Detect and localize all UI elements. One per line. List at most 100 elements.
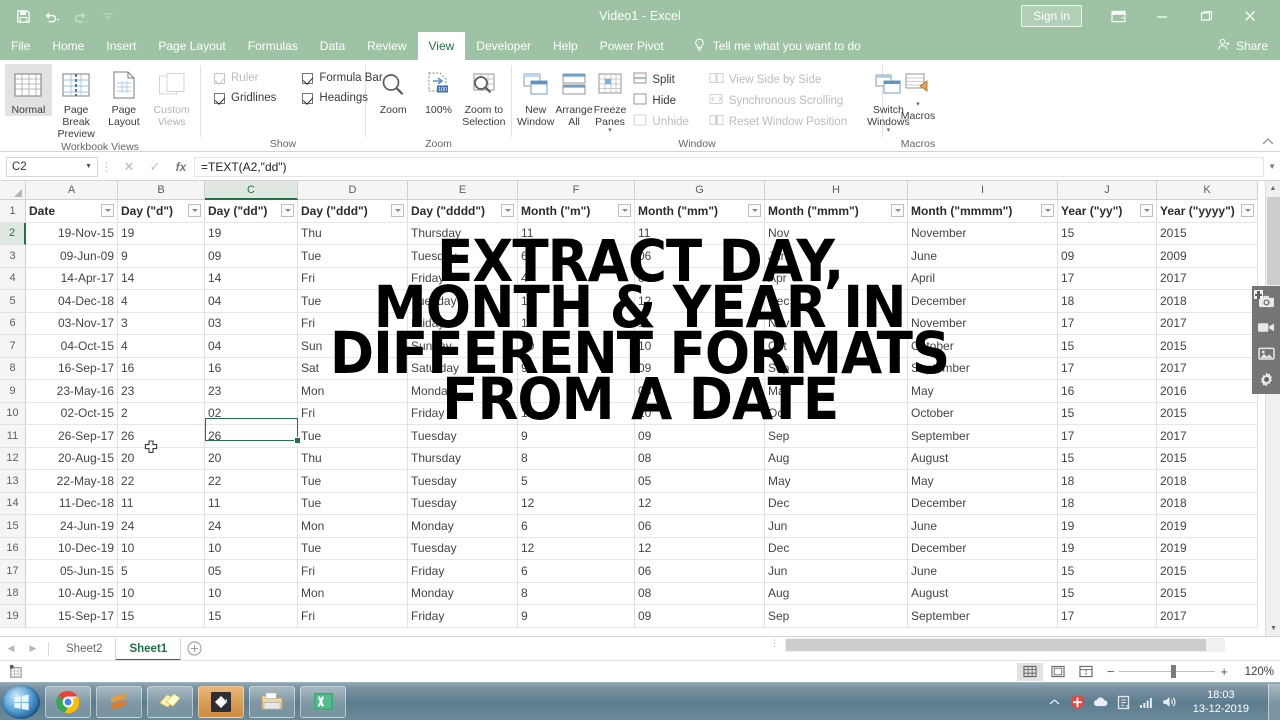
sign-in-button[interactable]: Sign in	[1021, 5, 1082, 27]
grid-cell[interactable]: April	[908, 267, 1058, 290]
tab-developer[interactable]: Developer	[465, 32, 542, 60]
reset-window-position-button[interactable]: Reset Window Position	[709, 113, 847, 131]
grid-cell[interactable]: 6	[518, 515, 635, 538]
gridlines-checkbox-icon[interactable]	[214, 92, 225, 104]
grid-cell[interactable]: 10-Aug-15	[26, 582, 118, 605]
tab-home[interactable]: Home	[41, 32, 95, 60]
grid-cell[interactable]: 2018	[1157, 470, 1258, 493]
grid-cell[interactable]: 16	[118, 357, 205, 380]
sheet-tab-sheet1[interactable]: Sheet1	[115, 636, 182, 661]
column-header-e[interactable]: E	[408, 181, 518, 200]
gear-icon[interactable]	[1255, 368, 1277, 390]
close-icon[interactable]	[1228, 0, 1272, 32]
action-center-icon[interactable]	[1116, 694, 1132, 710]
insert-function-icon[interactable]: fx	[168, 160, 194, 174]
collapse-ribbon-icon[interactable]	[1262, 137, 1274, 149]
row-header-7[interactable]: 7	[0, 335, 26, 358]
grid-cell[interactable]: 15	[1058, 222, 1157, 245]
grid-cell[interactable]: 10	[518, 335, 635, 358]
grid-cell[interactable]: June	[908, 515, 1058, 538]
grid-cell[interactable]: Fri	[298, 402, 408, 425]
split-button[interactable]: Split	[633, 71, 688, 89]
grid-cell[interactable]: December	[908, 290, 1058, 313]
grid-cell[interactable]: 11	[118, 492, 205, 515]
formula-input[interactable]: =TEXT(A2,"dd")	[194, 156, 1264, 177]
grid-cell[interactable]: Oct	[765, 335, 908, 358]
restore-icon[interactable]	[1184, 0, 1228, 32]
taskbar-item-sublime-text[interactable]	[96, 685, 142, 718]
row-header-8[interactable]: 8	[0, 357, 26, 380]
header-cell[interactable]: Day ("d")	[118, 200, 205, 223]
taskbar-item-chrome[interactable]	[45, 685, 91, 718]
grid-cell[interactable]: May	[908, 470, 1058, 493]
grid-cell[interactable]: Fri	[298, 605, 408, 628]
grid-cell[interactable]: 19	[118, 222, 205, 245]
grid-cell[interactable]: Thu	[298, 447, 408, 470]
arrange-all-button[interactable]: Arrange All	[555, 64, 593, 128]
grid-cell[interactable]: 26	[205, 425, 298, 448]
grid-cell[interactable]: Saturday	[408, 357, 518, 380]
grid-cell[interactable]: Friday	[408, 402, 518, 425]
grid-cell[interactable]: 24	[205, 515, 298, 538]
row-header-16[interactable]: 16	[0, 537, 26, 560]
grid-cell[interactable]: 2009	[1157, 245, 1258, 268]
grid-cell[interactable]: Dec	[765, 290, 908, 313]
grid-cell[interactable]: 16	[1058, 380, 1157, 403]
grid-cell[interactable]: 05	[635, 380, 765, 403]
grid-cell[interactable]: 12	[635, 290, 765, 313]
grid-cell[interactable]: Friday	[408, 267, 518, 290]
row-header-17[interactable]: 17	[0, 560, 26, 583]
tab-file[interactable]: File	[0, 32, 41, 60]
zoom-track[interactable]	[1119, 665, 1216, 678]
column-header-j[interactable]: J	[1058, 181, 1157, 200]
grid-cell[interactable]: December	[908, 537, 1058, 560]
grid-cell[interactable]: September	[908, 605, 1058, 628]
taskbar-item-excel[interactable]	[300, 685, 346, 718]
header-cell[interactable]: Day ("dddd")	[408, 200, 518, 223]
hide-button[interactable]: Hide	[633, 92, 688, 110]
scrollbar-thumb[interactable]	[786, 639, 1206, 651]
page-layout-button[interactable]: Page Layout	[101, 64, 148, 128]
expand-formula-bar-icon[interactable]: ▼	[1268, 162, 1276, 171]
pin-icon[interactable]	[1253, 287, 1264, 299]
grid-cell[interactable]: Tue	[298, 290, 408, 313]
grid-cell[interactable]: May	[908, 380, 1058, 403]
grid-cell[interactable]: 11	[518, 312, 635, 335]
grid-cell[interactable]: Sat	[298, 357, 408, 380]
grid-cell[interactable]: 9	[518, 425, 635, 448]
zoom-slider[interactable]: − +	[1107, 664, 1228, 679]
grid-cell[interactable]: 10	[118, 537, 205, 560]
grid-cell[interactable]: 2016	[1157, 380, 1258, 403]
horizontal-scrollbar[interactable]	[785, 638, 1225, 652]
split-handle[interactable]: ⋮	[770, 638, 779, 652]
network-icon[interactable]	[1139, 694, 1155, 710]
grid-cell[interactable]: May	[765, 380, 908, 403]
filter-dropdown-icon[interactable]	[748, 204, 761, 218]
row-header-9[interactable]: 9	[0, 380, 26, 403]
grid-cell[interactable]: Monday	[408, 380, 518, 403]
grid-cell[interactable]: Sunday	[408, 335, 518, 358]
grid-cell[interactable]: 22	[205, 470, 298, 493]
column-header-k[interactable]: K	[1157, 181, 1258, 200]
row-header-4[interactable]: 4	[0, 267, 26, 290]
zoom-100-button[interactable]: 100 100%	[416, 64, 460, 116]
grid-cell[interactable]: Jun	[765, 560, 908, 583]
grid-cell[interactable]: 15	[1058, 402, 1157, 425]
grid-cell[interactable]: Tue	[298, 470, 408, 493]
grid-cell[interactable]: 10	[118, 582, 205, 605]
synchronous-scrolling-button[interactable]: Synchronous Scrolling	[709, 92, 847, 110]
grid-cell[interactable]: November	[908, 222, 1058, 245]
grid-cell[interactable]: 03-Nov-17	[26, 312, 118, 335]
row-header-5[interactable]: 5	[0, 290, 26, 313]
grid-cell[interactable]: 10	[635, 402, 765, 425]
grid-cell[interactable]: Thu	[298, 222, 408, 245]
grid-cell[interactable]: 2018	[1157, 492, 1258, 515]
grid-cell[interactable]: Aug	[765, 582, 908, 605]
header-cell[interactable]: Month ("mmmm")	[908, 200, 1058, 223]
grid-cell[interactable]: 12	[635, 537, 765, 560]
cloud-icon[interactable]	[1093, 694, 1109, 710]
tab-insert[interactable]: Insert	[95, 32, 147, 60]
grid-cell[interactable]: Monday	[408, 515, 518, 538]
grid-cell[interactable]: November	[908, 312, 1058, 335]
grid-cell[interactable]: 2017	[1157, 267, 1258, 290]
